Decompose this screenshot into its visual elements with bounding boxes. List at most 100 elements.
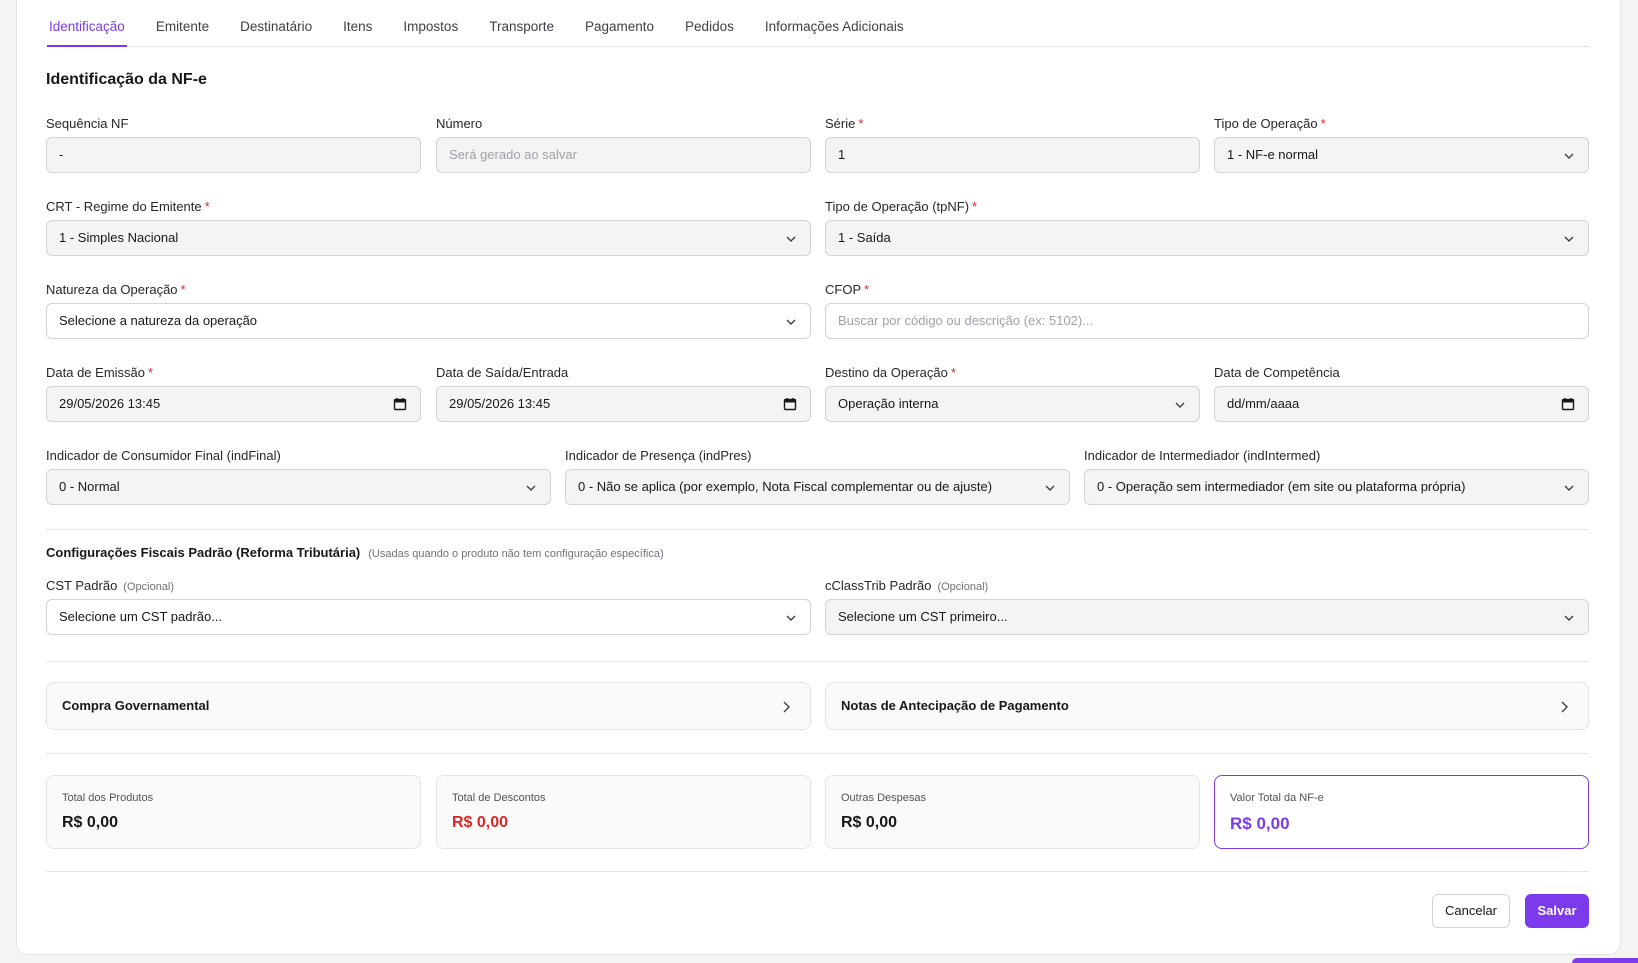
ind-final-field: Indicador de Consumidor Final (indFinal)… (46, 447, 551, 507)
tab-emitente[interactable]: Emitente (154, 0, 211, 47)
cfop-label-wrap: CFOP * (825, 281, 1589, 299)
ind-intermed-field: Indicador de Intermediador (indIntermed)… (1084, 447, 1589, 507)
crt-label: CRT - Regime do Emitente (46, 199, 202, 214)
tipo-operacao-select[interactable]: 1 - NF-e normal (1214, 137, 1589, 173)
data-saida-value: 29/05/2026 13:45 (449, 396, 551, 411)
tab-destinatario[interactable]: Destinatário (238, 0, 314, 47)
required-marker: * (180, 282, 186, 297)
data-saida-field: Data de Saída/Entrada 29/05/2026 13:45 (436, 364, 811, 424)
tpnf-label: Tipo de Operação (tpNF) (825, 199, 970, 214)
valor-total-card: Valor Total da NF-e R$ 0,00 (1214, 775, 1589, 849)
antecipacao-pagamento-toggle[interactable]: Notas de Antecipação de Pagamento (825, 682, 1589, 730)
data-emissao-label: Data de Emissão (46, 365, 145, 380)
ind-intermed-select[interactable]: 0 - Operação sem intermediador (em site … (1084, 469, 1589, 505)
total-descontos-value: R$ 0,00 (452, 814, 509, 831)
chevron-right-icon (1561, 701, 1568, 713)
serie-label-wrap: Série * (825, 115, 1200, 133)
tab-informacoes-adicionais[interactable]: Informações Adicionais (763, 0, 906, 47)
data-competencia-input[interactable]: dd/mm/aaaa (1214, 386, 1589, 422)
destino-value: Operação interna (838, 396, 939, 411)
cclasstrib-select[interactable]: Selecione um CST primeiro... (825, 599, 1589, 635)
data-saida-input[interactable]: 29/05/2026 13:45 (436, 386, 811, 422)
tab-impostos[interactable]: Impostos (401, 0, 460, 47)
data-competencia-field: Data de Competência dd/mm/aaaa (1214, 364, 1589, 424)
save-button[interactable]: Salvar (1525, 894, 1589, 928)
crt-label-wrap: CRT - Regime do Emitente * (46, 198, 811, 216)
serie-input[interactable]: 1 (825, 137, 1200, 173)
ind-pres-field: Indicador de Presença (indPres) 0 - Não … (565, 447, 1070, 507)
sequencia-label: Sequência NF (46, 116, 129, 131)
numero-input[interactable]: Será gerado ao salvar (436, 137, 811, 173)
optional-tag: (Opcional) (937, 581, 989, 593)
total-produtos-card: Total dos Produtos R$ 0,00 (46, 775, 421, 849)
numero-label: Número (436, 116, 483, 131)
total-descontos-label: Total de Descontos (452, 792, 546, 804)
calendar-icon[interactable] (1560, 396, 1576, 412)
data-saida-label: Data de Saída/Entrada (436, 365, 569, 380)
ind-pres-select[interactable]: 0 - Não se aplica (por exemplo, Nota Fis… (565, 469, 1070, 505)
fiscal-config-heading: Configurações Fiscais Padrão (Reforma Tr… (46, 545, 664, 560)
tab-bar: Identificação Emitente Destinatário Iten… (47, 0, 1590, 47)
cfop-field: CFOP * Buscar por código ou descrição (ex… (825, 281, 1589, 341)
destino-field: Destino da Operação * Operação interna (825, 364, 1200, 424)
data-competencia-value: dd/mm/aaaa (1227, 396, 1300, 411)
natureza-select[interactable]: Selecione a natureza da operação (46, 303, 811, 339)
cst-label: CST Padrão (46, 578, 118, 593)
required-marker: * (204, 199, 210, 214)
chevron-down-icon (786, 319, 796, 325)
tab-transporte[interactable]: Transporte (487, 0, 556, 47)
crt-value: 1 - Simples Nacional (59, 230, 179, 245)
cst-value: Selecione um CST padrão... (59, 609, 223, 624)
chevron-right-icon (783, 701, 790, 713)
data-emissao-field: Data de Emissão * 29/05/2026 13:45 (46, 364, 421, 424)
tpnf-field: Tipo de Operação (tpNF) * 1 - Saída (825, 198, 1589, 258)
valor-total-label: Valor Total da NF-e (1230, 792, 1324, 804)
sequencia-input[interactable]: - (46, 137, 421, 173)
tab-pedidos[interactable]: Pedidos (683, 0, 736, 47)
cclasstrib-label: cClassTrib Padrão (825, 578, 932, 593)
numero-field: Número Será gerado ao salvar (436, 115, 811, 175)
chevron-down-icon (1564, 485, 1574, 491)
destino-select[interactable]: Operação interna (825, 386, 1200, 422)
tpnf-select[interactable]: 1 - Saída (825, 220, 1589, 256)
required-marker: * (864, 282, 870, 297)
tpnf-label-wrap: Tipo de Operação (tpNF) * (825, 198, 1589, 216)
destino-label: Destino da Operação (825, 365, 948, 380)
serie-label: Série (825, 116, 856, 131)
tipo-operacao-label-wrap: Tipo de Operação * (1214, 115, 1589, 133)
chevron-down-icon (1175, 402, 1185, 408)
divider (46, 529, 1589, 530)
total-produtos-value: R$ 0,00 (62, 814, 119, 831)
ind-final-select[interactable]: 0 - Normal (46, 469, 551, 505)
antecipacao-pagamento-label: Notas de Antecipação de Pagamento (841, 698, 1069, 713)
crt-select[interactable]: 1 - Simples Nacional (46, 220, 811, 256)
cfop-search-input[interactable]: Buscar por código ou descrição (ex: 5102… (825, 303, 1589, 339)
calendar-icon[interactable] (392, 396, 408, 412)
cclasstrib-field: cClassTrib Padrão (Opcional) Selecione um… (825, 577, 1589, 637)
cclasstrib-value: Selecione um CST primeiro... (838, 609, 1008, 624)
ind-final-label: Indicador de Consumidor Final (indFinal) (46, 448, 281, 463)
chevron-down-icon (786, 236, 796, 242)
cst-select[interactable]: Selecione um CST padrão... (46, 599, 811, 635)
cancel-button[interactable]: Cancelar (1432, 894, 1510, 928)
tab-identificacao[interactable]: Identificação (47, 0, 127, 47)
natureza-value: Selecione a natureza da operação (59, 313, 258, 328)
corner-accent (1572, 958, 1638, 963)
chevron-down-icon (1564, 153, 1574, 159)
cclasstrib-label-wrap: cClassTrib Padrão (Opcional) (825, 577, 1589, 595)
tab-itens[interactable]: Itens (341, 0, 374, 47)
serie-field: Série * 1 (825, 115, 1200, 175)
outras-despesas-value: R$ 0,00 (841, 814, 898, 831)
calendar-icon[interactable] (782, 396, 798, 412)
crt-field: CRT - Regime do Emitente * 1 - Simples Na… (46, 198, 811, 258)
required-marker: * (858, 116, 864, 131)
compra-governamental-toggle[interactable]: Compra Governamental (46, 682, 811, 730)
data-emissao-input[interactable]: 29/05/2026 13:45 (46, 386, 421, 422)
tab-pagamento[interactable]: Pagamento (583, 0, 656, 47)
cst-field: CST Padrão (Opcional) Selecione um CST pa… (46, 577, 811, 637)
optional-tag: (Opcional) (123, 581, 175, 593)
tipo-operacao-value: 1 - NF-e normal (1227, 147, 1319, 162)
data-competencia-label: Data de Competência (1214, 365, 1340, 380)
total-produtos-label: Total dos Produtos (62, 792, 154, 804)
ind-intermed-value: 0 - Operação sem intermediador (em site … (1097, 479, 1466, 494)
